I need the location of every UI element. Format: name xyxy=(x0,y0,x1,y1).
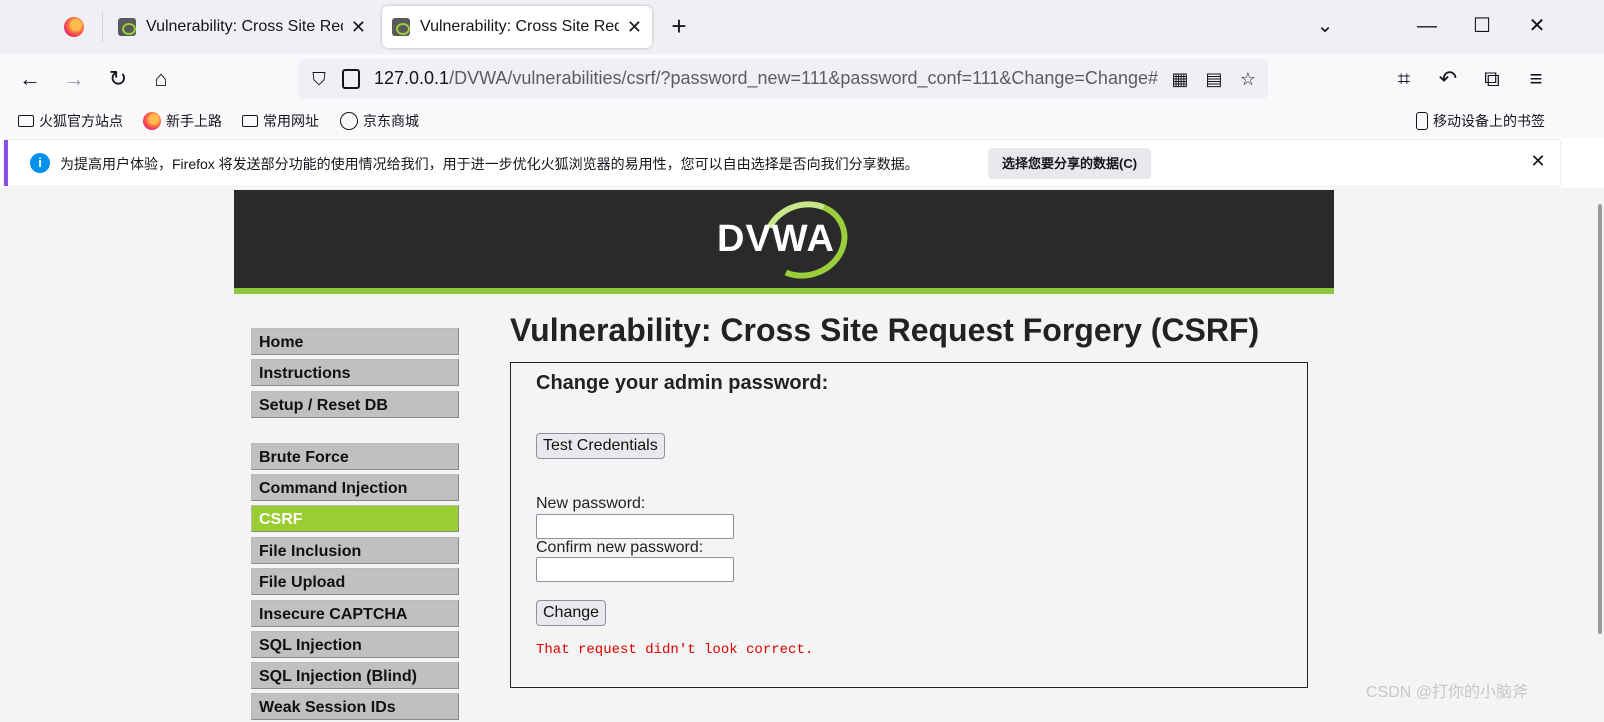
menu-item-insecure-captcha[interactable]: Insecure CAPTCHA xyxy=(251,600,459,627)
menu-item-file-inclusion[interactable]: File Inclusion xyxy=(251,537,459,564)
tracking-shield-icon[interactable]: ⛉ xyxy=(308,68,330,90)
menu-item-weak-session-ids[interactable]: Weak Session IDs xyxy=(251,693,459,720)
test-credentials-button[interactable]: Test Credentials xyxy=(536,433,665,459)
url-path: /DVWA/vulnerabilities/csrf/?password_new… xyxy=(449,68,1158,88)
menu-item-csrf[interactable]: CSRF xyxy=(251,505,459,532)
csdn-watermark: CSDN @打你的小脑斧 xyxy=(1366,684,1529,701)
minimize-icon[interactable]: — xyxy=(1412,12,1442,40)
page-viewport: DVWA Home Instructions Setup / Reset DB … xyxy=(0,188,1604,722)
back-arrow-icon[interactable]: ← xyxy=(16,65,44,93)
bookmark-item[interactable]: 常用网址 xyxy=(242,111,319,131)
url-host: 127.0.0.1 xyxy=(374,68,450,88)
bookmark-label: 新手上路 xyxy=(166,113,222,129)
new-password-input[interactable] xyxy=(536,514,734,539)
scrollbar-thumb[interactable] xyxy=(1598,204,1602,634)
hamburger-menu-icon[interactable]: ≡ xyxy=(1522,65,1550,93)
mobile-bookmarks-label: 移动设备上的书签 xyxy=(1433,113,1545,129)
extensions-icon[interactable]: ⧉ xyxy=(1478,65,1506,93)
globe-icon xyxy=(340,112,358,130)
menu-item-sql-injection-blind[interactable]: SQL Injection (Blind) xyxy=(251,662,459,689)
mobile-device-icon xyxy=(1416,112,1428,130)
tab-inactive[interactable]: Vulnerability: Cross Site Request Forger… xyxy=(108,6,376,48)
menu-item-sql-injection[interactable]: SQL Injection xyxy=(251,631,459,658)
dvwa-favicon-icon xyxy=(118,18,136,36)
bookmark-label: 火狐官方站点 xyxy=(39,113,123,129)
choose-data-button[interactable]: 选择您要分享的数据(C) xyxy=(988,148,1152,179)
tab-close-icon[interactable]: ✕ xyxy=(627,17,642,38)
bookmarks-toolbar: 火狐官方站点 新手上路 常用网址 京东商城 移动设备上的书签 xyxy=(0,104,1604,138)
close-window-icon[interactable]: ✕ xyxy=(1522,12,1552,40)
error-message: That request didn't look correct. xyxy=(536,642,814,658)
tab-title: Vulnerability: Cross Site Request Forger… xyxy=(146,18,343,35)
close-notification-icon[interactable]: ✕ xyxy=(1528,151,1548,172)
bookmark-label: 京东商城 xyxy=(363,113,419,129)
dvwa-header: DVWA xyxy=(234,189,1334,294)
new-password-label: New password: xyxy=(536,495,646,512)
change-button[interactable]: Change xyxy=(536,600,607,626)
page-title: Vulnerability: Cross Site Request Forger… xyxy=(510,312,1260,348)
forward-arrow-icon[interactable]: → xyxy=(60,65,88,93)
csrf-form-box: Change your admin password: Test Credent… xyxy=(510,362,1308,688)
reader-view-icon[interactable]: ▤ xyxy=(1202,67,1226,91)
reload-icon[interactable]: ↻ xyxy=(104,65,132,93)
tab-active[interactable]: Vulnerability: Cross Site Request Forger… xyxy=(382,6,652,48)
telemetry-notification-bar: i 为提高用户体验，Firefox 将发送部分功能的使用情况给我们，用于进一步优… xyxy=(4,140,1560,186)
screenshot-crop-icon[interactable]: ⌗ xyxy=(1390,65,1418,93)
dvwa-logo: DVWA xyxy=(717,218,835,260)
firefox-icon xyxy=(143,112,161,130)
tab-title: Vulnerability: Cross Site Request Forger… xyxy=(420,18,619,35)
tab-separator xyxy=(102,12,103,42)
menu-item-instructions[interactable]: Instructions xyxy=(251,359,459,386)
bookmark-item[interactable]: 火狐官方站点 xyxy=(18,111,123,131)
dvwa-favicon-icon xyxy=(392,18,410,36)
new-tab-button[interactable]: + xyxy=(668,13,690,39)
menu-item-file-upload[interactable]: File Upload xyxy=(251,568,459,595)
folder-icon xyxy=(18,115,34,127)
folder-icon xyxy=(242,115,258,127)
confirm-password-label: Confirm new password: xyxy=(536,539,704,556)
url-text[interactable]: 127.0.0.1/DVWA/vulnerabilities/csrf/?pas… xyxy=(374,68,1160,89)
menu-item-home[interactable]: Home xyxy=(251,328,459,355)
scrollbar-track[interactable] xyxy=(1594,188,1604,722)
form-heading: Change your admin password: xyxy=(536,372,829,394)
mobile-bookmarks[interactable]: 移动设备上的书签 xyxy=(1416,111,1545,131)
qr-code-icon[interactable]: ▦ xyxy=(1168,67,1192,91)
page-info-icon[interactable] xyxy=(342,69,360,89)
bookmark-star-icon[interactable]: ☆ xyxy=(1236,67,1260,91)
dvwa-page: DVWA Home Instructions Setup / Reset DB … xyxy=(234,188,1334,722)
info-icon: i xyxy=(30,153,50,173)
menu-item-setup[interactable]: Setup / Reset DB xyxy=(251,391,459,418)
menu-item-brute-force[interactable]: Brute Force xyxy=(251,443,459,470)
confirm-password-input[interactable] xyxy=(536,557,734,582)
bookmark-item[interactable]: 京东商城 xyxy=(340,111,419,131)
home-icon[interactable]: ⌂ xyxy=(147,65,175,93)
undo-arrow-icon[interactable]: ↶ xyxy=(1434,65,1462,93)
navigation-toolbar: ← → ↻ ⌂ ⛉ 127.0.0.1/DVWA/vulnerabilities… xyxy=(0,54,1604,104)
firefox-menu-icon[interactable] xyxy=(64,17,84,37)
tab-close-icon[interactable]: ✕ xyxy=(351,17,366,38)
bookmark-item[interactable]: 新手上路 xyxy=(143,111,222,131)
tab-bar: Vulnerability: Cross Site Request Forger… xyxy=(0,0,1604,54)
address-bar[interactable]: ⛉ 127.0.0.1/DVWA/vulnerabilities/csrf/?p… xyxy=(298,59,1268,99)
maximize-icon[interactable]: ☐ xyxy=(1467,12,1497,40)
bookmark-label: 常用网址 xyxy=(263,113,319,129)
list-all-tabs-icon[interactable]: ⌄ xyxy=(1310,12,1340,40)
notification-text: 为提高用户体验，Firefox 将发送部分功能的使用情况给我们，用于进一步优化火… xyxy=(60,156,919,172)
menu-item-command-injection[interactable]: Command Injection xyxy=(251,474,459,501)
